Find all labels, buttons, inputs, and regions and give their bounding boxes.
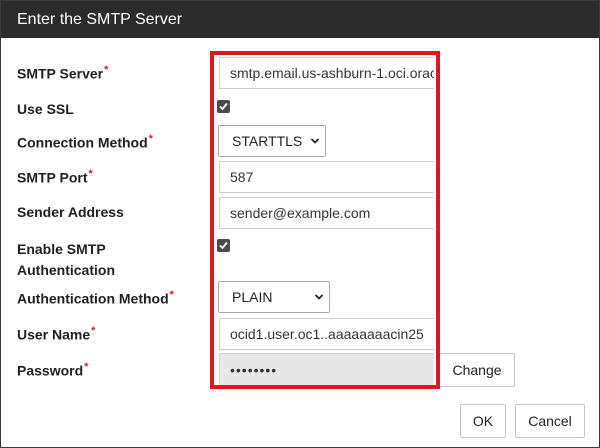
enable-smtp-auth-checkbox[interactable] (217, 239, 230, 252)
sender-address-label: Sender Address (17, 204, 124, 220)
use-ssl-checkbox[interactable] (217, 100, 230, 113)
sender-address-input[interactable]: sender@example.com (219, 197, 434, 229)
smtp-port-input[interactable]: 587 (219, 161, 434, 193)
dialog-title: Enter the SMTP Server (1, 1, 599, 38)
auth-method-label: Authentication Method* (17, 289, 174, 307)
enable-smtp-auth-label: Enable SMTP Authentication (17, 241, 115, 278)
chevron-down-icon (310, 138, 320, 144)
password-input[interactable]: •••••••• (219, 353, 434, 387)
user-name-input[interactable]: ocid1.user.oc1..aaaaaaaacin25 (219, 318, 434, 350)
change-button[interactable]: Change (439, 353, 515, 387)
checkmark-icon (219, 102, 228, 111)
password-label: Password* (17, 361, 89, 379)
chevron-down-icon (314, 294, 324, 300)
checkmark-icon (219, 241, 228, 250)
smtp-server-input[interactable]: smtp.email.us-ashburn-1.oci.oraclecloud.… (219, 57, 434, 89)
smtp-port-label: SMTP Port* (17, 168, 93, 186)
auth-method-select[interactable]: PLAIN (218, 281, 330, 313)
smtp-server-label: SMTP Server* (17, 64, 109, 82)
connection-method-label: Connection Method* (17, 133, 153, 151)
smtp-dialog: Enter the SMTP Server SMTP Server* smtp.… (0, 0, 600, 448)
connection-method-value: STARTTLS (232, 133, 303, 149)
ok-button[interactable]: OK (460, 404, 506, 438)
auth-method-value: PLAIN (232, 289, 273, 305)
cancel-button[interactable]: Cancel (515, 404, 585, 438)
use-ssl-label: Use SSL (17, 101, 74, 117)
connection-method-select[interactable]: STARTTLS (218, 125, 326, 157)
user-name-label: User Name* (17, 325, 96, 343)
